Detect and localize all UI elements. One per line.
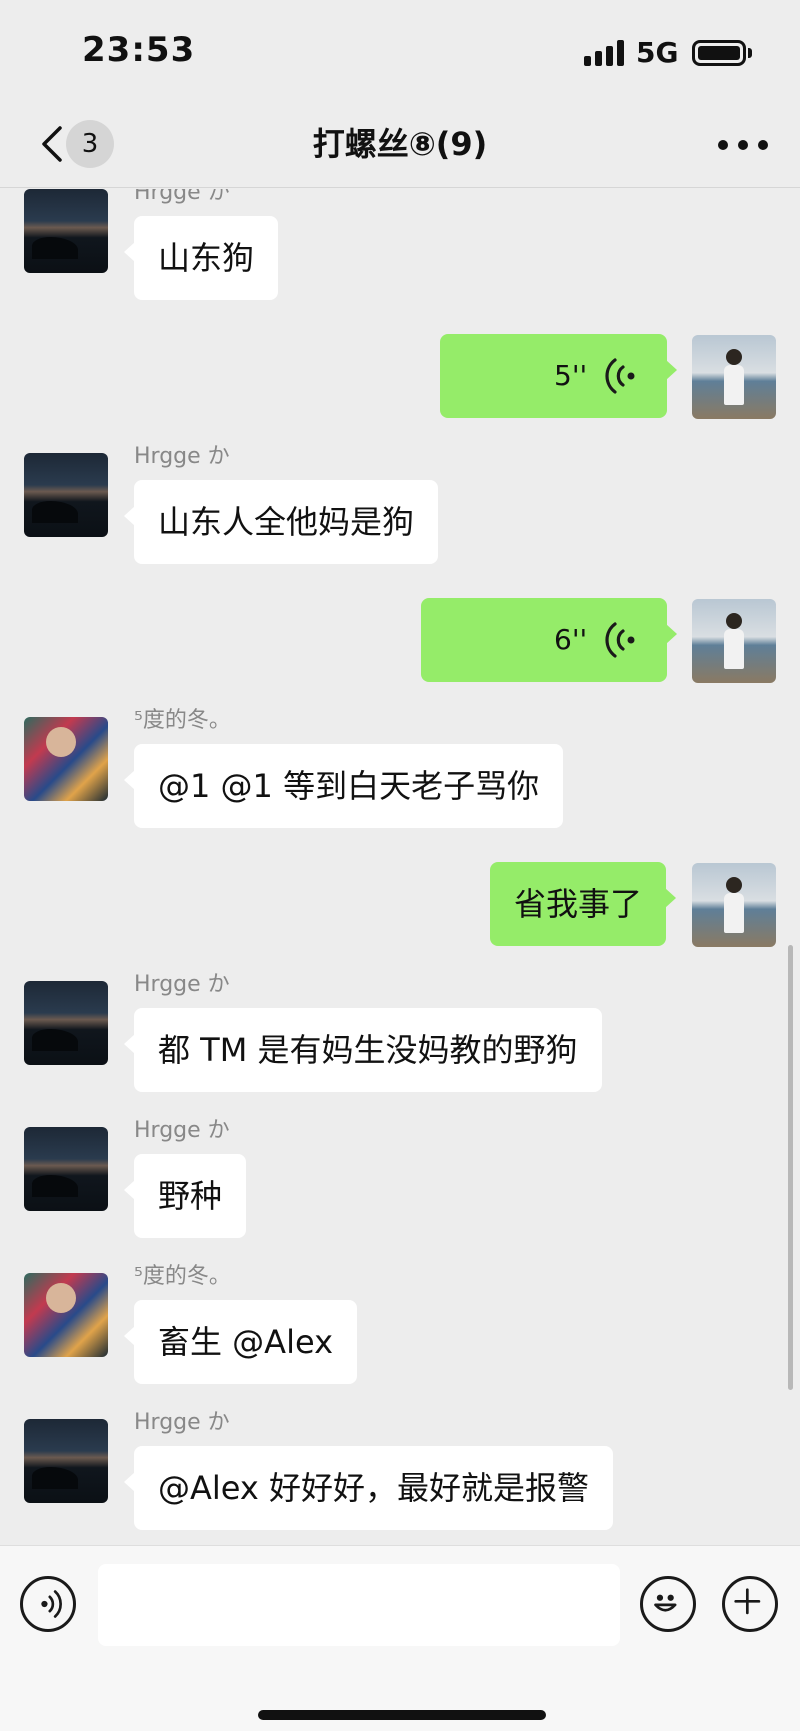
avatar[interactable] [24,1419,108,1503]
sender-name: ⁵度的冬。 [134,1264,231,1289]
message-bubble[interactable]: 山东人全他妈是狗 [123,480,439,564]
avatar[interactable] [692,335,776,419]
avatar[interactable] [24,189,108,273]
sender-name: Hrgge か [134,444,230,469]
status-bar: 23:53 5G [0,0,800,100]
status-time: 23:53 [82,30,196,70]
sender-name: Hrgge か [134,189,230,205]
sender-name: Hrgge か [134,1410,230,1435]
avatar[interactable] [24,717,108,801]
message-bubble[interactable]: 省我事了 [489,862,677,946]
scrollbar[interactable] [788,945,793,1390]
voice-wave-icon [605,358,635,394]
network-type: 5G [636,36,679,69]
message-bubble[interactable]: 都 TM 是有妈生没妈教的野狗 [124,1008,602,1092]
message-bubble[interactable]: 野种 [123,1154,247,1238]
voice-duration: 5'' [554,359,588,392]
signal-icon [584,40,626,66]
message-bubble[interactable]: 畜生 @Alex [123,1300,358,1384]
sender-name: Hrgge か [134,972,230,997]
voice-message-bubble[interactable]: 6'' [421,598,677,682]
message-bubble[interactable]: @Alex 好好好，最好就是报警 [123,1446,614,1530]
battery-tip [748,48,752,58]
message-bubble[interactable]: 山东狗 [123,216,279,300]
avatar[interactable] [24,981,108,1065]
voice-wave-icon [605,622,635,658]
sender-name: ⁵度的冬。 [134,708,231,733]
chat-area[interactable]: Hrgge か 山东狗 5'' Hrgge か 山东人全他妈是狗 6'' ⁵度的… [0,189,800,1545]
message-input[interactable] [98,1564,620,1646]
emoji-icon[interactable] [640,1576,696,1632]
battery-icon [692,40,746,66]
avatar[interactable] [24,453,108,537]
chat-title: 打螺丝⑧(9) [312,125,488,163]
voice-mode-icon[interactable] [20,1576,76,1632]
input-bar [0,1545,800,1731]
avatar[interactable] [24,1127,108,1211]
message-bubble[interactable]: @1 @1 等到白天老子骂你 [123,744,564,828]
avatar[interactable] [24,1273,108,1357]
more-dots-icon[interactable] [718,140,770,152]
sender-name: Hrgge か [134,1118,230,1143]
nav-bar: 3 打螺丝⑧(9) [0,100,800,188]
home-indicator[interactable] [258,1710,546,1720]
avatar[interactable] [692,863,776,947]
plus-icon[interactable] [722,1576,778,1632]
avatar[interactable] [692,599,776,683]
voice-duration: 6'' [554,623,588,656]
voice-message-bubble[interactable]: 5'' [440,334,677,418]
